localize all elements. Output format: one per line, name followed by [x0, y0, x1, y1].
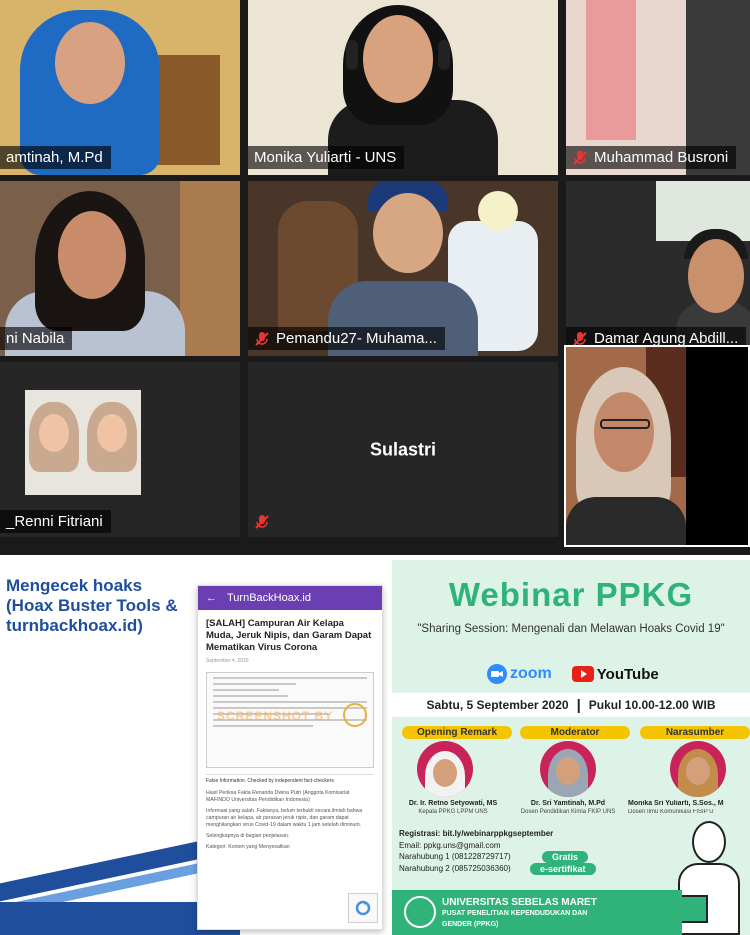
platform-logos: zoom YouTube	[487, 664, 659, 684]
zoom-logo: zoom	[487, 664, 552, 684]
watermark: SCREENSHOT BY	[217, 709, 334, 723]
contact-phone-1: Narahubung 1 (081228729717)	[399, 852, 511, 861]
participant-name-center: Sulastri	[369, 439, 437, 459]
video-tile-7[interactable]: _Renni Fitriani	[0, 362, 240, 537]
video-gallery: amtinah, M.Pd Monika Yuliarti - UNS Muha…	[0, 0, 750, 555]
false-information-notice: False Information. Checked by independen…	[206, 774, 374, 784]
registration-link: Registrasi: bit.ly/webinarppkgseptember	[399, 829, 554, 838]
speaker-role: Kepala PPKG LPPM UNS	[418, 809, 488, 815]
contact-email: Email: ppkg.uns@gmail.com	[399, 840, 501, 850]
event-date: Sabtu, 5 September 2020	[426, 698, 569, 712]
youtube-icon	[571, 666, 594, 682]
event-time: Pukul 10.00-12.00 WIB	[588, 698, 716, 712]
profile-photo	[25, 390, 141, 495]
free-badge: Gratis	[542, 851, 589, 863]
webinar-poster: Webinar PPKG "Sharing Session: Mengenali…	[392, 560, 750, 935]
speaker-name: Monika Sri Yuliarti, S.Sos., M	[628, 800, 724, 807]
video-tile-2[interactable]: Monika Yuliarti - UNS	[248, 0, 558, 175]
muted-mic-icon	[255, 515, 269, 529]
date-time-bar: Sabtu, 5 September 2020 | Pukul 10.00-12…	[392, 693, 750, 717]
video-tile-1[interactable]: amtinah, M.Pd	[0, 0, 240, 175]
presentation-slide: Mengecek hoaks (Hoax Buster Tools & turn…	[0, 560, 388, 935]
participant-mute-label	[248, 511, 278, 533]
self-view-overlay[interactable]	[564, 345, 750, 547]
self-video	[566, 347, 686, 545]
separator: |	[576, 696, 581, 714]
article-paragraph: Hasil Periksa Fakta Renanda Dwina Putri …	[206, 790, 350, 803]
participant-name-label: Muhammad Busroni	[566, 146, 737, 169]
participant-name-label: _Renni Fitriani	[0, 510, 111, 533]
app-bar-title: TurnBackHoax.id	[227, 592, 311, 604]
university-name: UNIVERSITAS SEBELAS MARET PUSAT PENELITI…	[442, 897, 597, 928]
muted-mic-icon	[255, 331, 269, 346]
article-meta: September 4, 2020	[206, 658, 249, 664]
video-tile-4[interactable]: ni Nabila	[0, 181, 240, 356]
article-title: [SALAH] Campuran Air Kelapa Muda, Jeruk …	[206, 618, 372, 653]
participant-name-label: ni Nabila	[0, 327, 73, 350]
muted-mic-icon	[573, 150, 587, 165]
back-arrow-icon[interactable]: ←	[206, 592, 217, 604]
speaker-name: Dr. Sri Yamtinah, M.Pd	[530, 800, 606, 807]
article-category: Kategori: Konten yang Menyesatkan	[206, 844, 290, 850]
participant-name-label: Pemandu27- Muhama...	[248, 327, 445, 350]
poster-title: Webinar PPKG	[448, 576, 694, 613]
speaker-photo	[670, 741, 726, 797]
poster-subtitle: "Sharing Session: Mengenali dan Melawan …	[417, 623, 725, 635]
speaker-photo	[540, 741, 596, 797]
recaptcha-icon[interactable]	[348, 893, 378, 923]
university-seal-icon	[404, 896, 436, 928]
participant-name-label: Monika Yuliarti - UNS	[248, 146, 405, 169]
video-tile-8[interactable]: Sulastri	[248, 362, 558, 537]
role-opening-remark: Opening Remark	[402, 726, 512, 739]
video-tile-3[interactable]: Muhammad Busroni	[566, 0, 750, 175]
zoom-icon	[487, 664, 507, 684]
video-tile-5[interactable]: Pemandu27- Muhama...	[248, 181, 558, 356]
phone-screenshot: ← TurnBackHoax.id [SALAH] Campuran Air K…	[197, 585, 383, 930]
role-narasumber: Narasumber	[640, 726, 750, 739]
embedded-screenshot: SCREENSHOT BY	[206, 672, 374, 768]
video-tile-6[interactable]: Damar Agung Abdill...	[566, 181, 750, 356]
participant-name-label: amtinah, M.Pd	[0, 146, 111, 169]
app-bar: ← TurnBackHoax.id	[198, 586, 382, 610]
certificate-badge: e-sertifikat	[530, 863, 596, 875]
role-moderator: Moderator	[520, 726, 630, 739]
speaker-photo	[417, 741, 473, 797]
slide-title: Mengecek hoaks (Hoax Buster Tools & turn…	[6, 576, 178, 635]
article-paragraph: Informasi yang salah. Faktanya, belum te…	[206, 808, 363, 828]
article-paragraph: Selengkapnya di bagian penjelasan.	[206, 833, 290, 839]
speaker-role: Dosen Pendidikan Kimia FKIP UNS	[520, 809, 616, 815]
youtube-logo: YouTube	[571, 666, 659, 683]
speaker-name: Dr. Ir. Retno Setyowati, MS	[408, 800, 498, 807]
